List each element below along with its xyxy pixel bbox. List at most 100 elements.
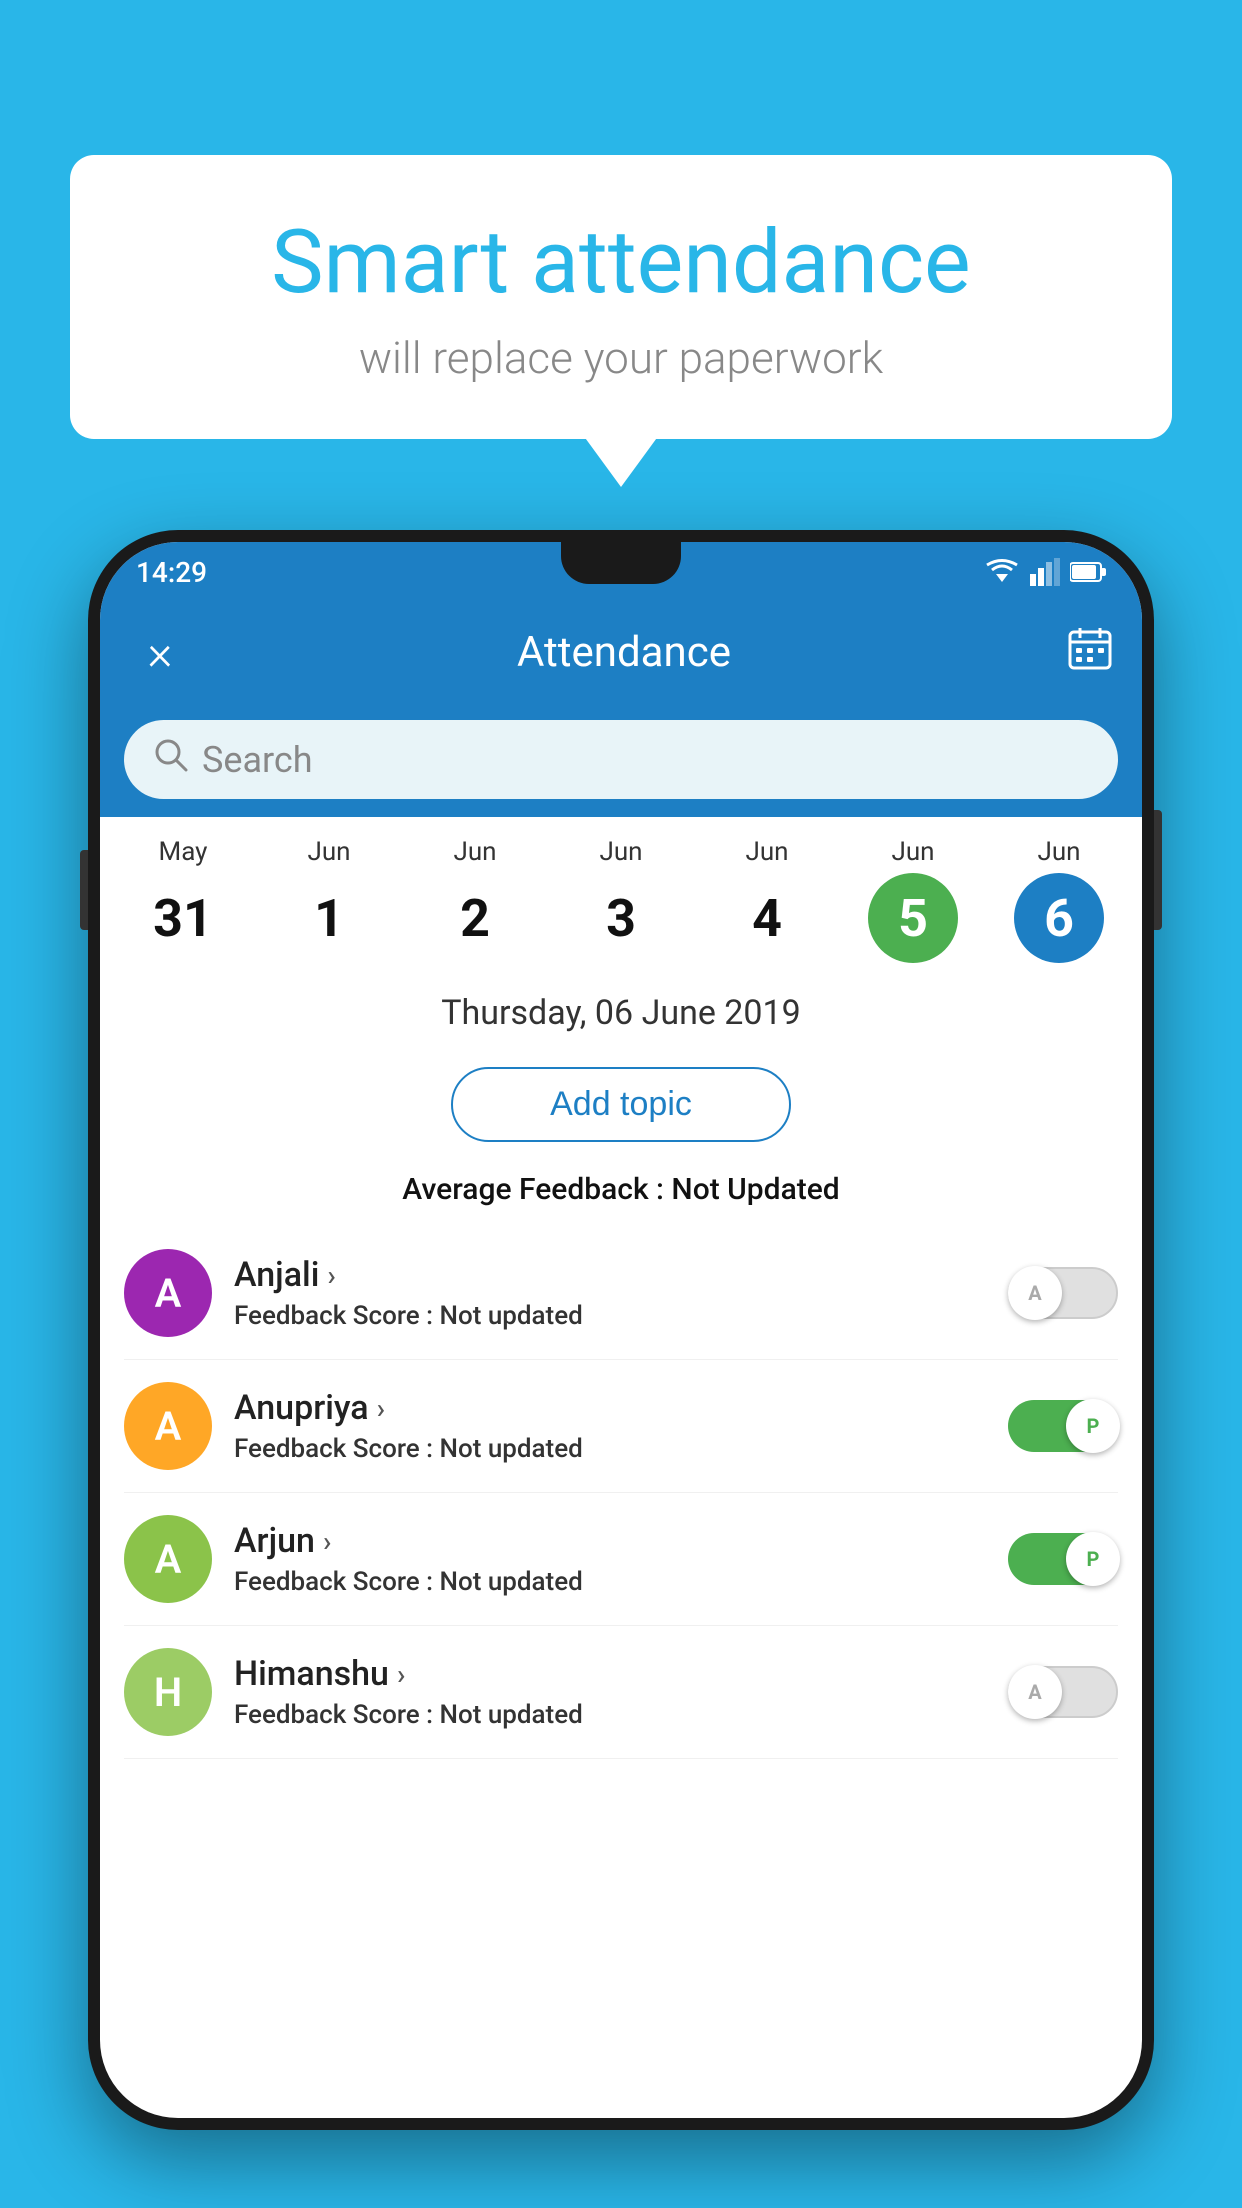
- name-text: Himanshu: [234, 1654, 389, 1694]
- toggle-track[interactable]: A: [1008, 1267, 1118, 1319]
- cal-date-number[interactable]: 31: [138, 873, 228, 963]
- feedback-label: Feedback Score :: [234, 1567, 440, 1597]
- speech-title: Smart attendance: [130, 215, 1112, 312]
- cal-month-label: Jun: [307, 837, 350, 867]
- student-name: Himanshu ›: [234, 1654, 986, 1694]
- student-name: Anupriya ›: [234, 1388, 986, 1428]
- chevron-right-icon: ›: [397, 1658, 405, 1691]
- cal-date-number[interactable]: 3: [576, 873, 666, 963]
- cal-date-number[interactable]: 1: [284, 873, 374, 963]
- speech-bubble: Smart attendance will replace your paper…: [70, 155, 1172, 439]
- avatar: A: [124, 1249, 212, 1337]
- phone-notch: [561, 542, 681, 584]
- student-item[interactable]: H Himanshu › Feedback Score : Not updated A: [124, 1626, 1118, 1759]
- cal-month-label: Jun: [599, 837, 642, 867]
- attendance-toggle[interactable]: A: [1008, 1267, 1118, 1319]
- toggle-track[interactable]: P: [1008, 1400, 1118, 1452]
- student-list: AAnjali ›Feedback Score : Not updatedAAA…: [100, 1227, 1142, 1759]
- calendar-day[interactable]: Jun 2: [430, 837, 520, 963]
- status-icons: [984, 558, 1106, 586]
- calendar-day[interactable]: Jun 3: [576, 837, 666, 963]
- wifi-icon: [984, 558, 1020, 586]
- student-info: Himanshu › Feedback Score : Not updated: [234, 1654, 986, 1730]
- cal-date-number[interactable]: 2: [430, 873, 520, 963]
- toggle-knob: P: [1066, 1532, 1120, 1586]
- name-text: Anjali: [234, 1255, 319, 1295]
- feedback-value: Not updated: [440, 1700, 583, 1730]
- cal-date-number[interactable]: 6: [1014, 873, 1104, 963]
- search-icon: [154, 738, 188, 781]
- student-item[interactable]: A Arjun › Feedback Score : Not updated P: [124, 1493, 1118, 1626]
- cal-month-label: Jun: [1037, 837, 1080, 867]
- app-bar-title: Attendance: [210, 628, 1038, 677]
- calendar-day[interactable]: Jun 6: [1014, 837, 1104, 963]
- student-name: Arjun ›: [234, 1521, 986, 1561]
- search-container: Search: [100, 702, 1142, 817]
- chevron-right-icon: ›: [323, 1525, 331, 1558]
- feedback-summary: Average Feedback : Not Updated: [100, 1166, 1142, 1227]
- cal-month-label: Jun: [745, 837, 788, 867]
- battery-icon: [1070, 560, 1106, 584]
- name-text: Anupriya: [234, 1388, 369, 1428]
- calendar-day[interactable]: Jun 4: [722, 837, 812, 963]
- phone-outer: 14:29: [88, 530, 1154, 2130]
- student-item[interactable]: A Anjali › Feedback Score : Not updated A: [124, 1227, 1118, 1360]
- feedback-score: Feedback Score : Not updated: [234, 1301, 986, 1331]
- toggle-knob: P: [1066, 1399, 1120, 1453]
- feedback-label: Average Feedback :: [402, 1172, 671, 1207]
- feedback-value: Not updated: [440, 1434, 583, 1464]
- student-item[interactable]: A Anupriya › Feedback Score : Not updated P: [124, 1360, 1118, 1493]
- chevron-right-icon: ›: [327, 1259, 335, 1292]
- name-text: Arjun: [234, 1521, 315, 1561]
- feedback-value: Not updated: [440, 1301, 583, 1331]
- search-placeholder: Search: [202, 739, 313, 781]
- attendance-toggle[interactable]: P: [1008, 1400, 1118, 1452]
- close-button[interactable]: ×: [130, 624, 190, 681]
- phone-screen: 14:29: [100, 542, 1142, 2118]
- add-topic-button[interactable]: Add topic: [451, 1067, 791, 1142]
- chevron-right-icon: ›: [377, 1392, 385, 1425]
- toggle-track[interactable]: A: [1008, 1666, 1118, 1718]
- power-button: [1154, 810, 1162, 930]
- feedback-score: Feedback Score : Not updated: [234, 1700, 986, 1730]
- avatar: H: [124, 1648, 212, 1736]
- feedback-label: Feedback Score :: [234, 1700, 440, 1730]
- calendar-icon: [1068, 626, 1112, 670]
- feedback-score: Feedback Score : Not updated: [234, 1434, 986, 1464]
- cal-month-label: Jun: [891, 837, 934, 867]
- attendance-toggle[interactable]: A: [1008, 1666, 1118, 1718]
- avatar: A: [124, 1515, 212, 1603]
- cal-date-number[interactable]: 4: [722, 873, 812, 963]
- feedback-score: Feedback Score : Not updated: [234, 1567, 986, 1597]
- student-name: Anjali ›: [234, 1255, 986, 1295]
- signal-icon: [1030, 558, 1060, 586]
- student-info: Anupriya › Feedback Score : Not updated: [234, 1388, 986, 1464]
- cal-date-number[interactable]: 5: [868, 873, 958, 963]
- cal-month-label: Jun: [453, 837, 496, 867]
- toggle-knob: A: [1008, 1266, 1062, 1320]
- toggle-knob: A: [1008, 1665, 1062, 1719]
- volume-button: [80, 850, 88, 930]
- attendance-toggle[interactable]: P: [1008, 1533, 1118, 1585]
- feedback-label: Feedback Score :: [234, 1301, 440, 1331]
- app-bar: × Attendance: [100, 602, 1142, 702]
- avatar: A: [124, 1382, 212, 1470]
- toggle-track[interactable]: P: [1008, 1533, 1118, 1585]
- student-info: Anjali › Feedback Score : Not updated: [234, 1255, 986, 1331]
- feedback-value: Not updated: [440, 1567, 583, 1597]
- speech-subtitle: will replace your paperwork: [130, 332, 1112, 384]
- status-time: 14:29: [136, 556, 207, 589]
- calendar-day[interactable]: Jun 5: [868, 837, 958, 963]
- calendar-button[interactable]: [1068, 626, 1112, 679]
- search-bar[interactable]: Search: [124, 720, 1118, 799]
- phone-wrapper: 14:29: [88, 530, 1154, 2208]
- calendar-day[interactable]: May 31: [138, 837, 228, 963]
- cal-month-label: May: [159, 837, 208, 867]
- calendar-strip: May 31 Jun 1 Jun 2 Jun 3 Jun 4 Jun 5 Jun 6: [100, 817, 1142, 973]
- selected-date: Thursday, 06 June 2019: [100, 973, 1142, 1043]
- feedback-label: Feedback Score :: [234, 1434, 440, 1464]
- speech-bubble-container: Smart attendance will replace your paper…: [70, 155, 1172, 439]
- student-info: Arjun › Feedback Score : Not updated: [234, 1521, 986, 1597]
- feedback-value: Not Updated: [671, 1172, 839, 1207]
- calendar-day[interactable]: Jun 1: [284, 837, 374, 963]
